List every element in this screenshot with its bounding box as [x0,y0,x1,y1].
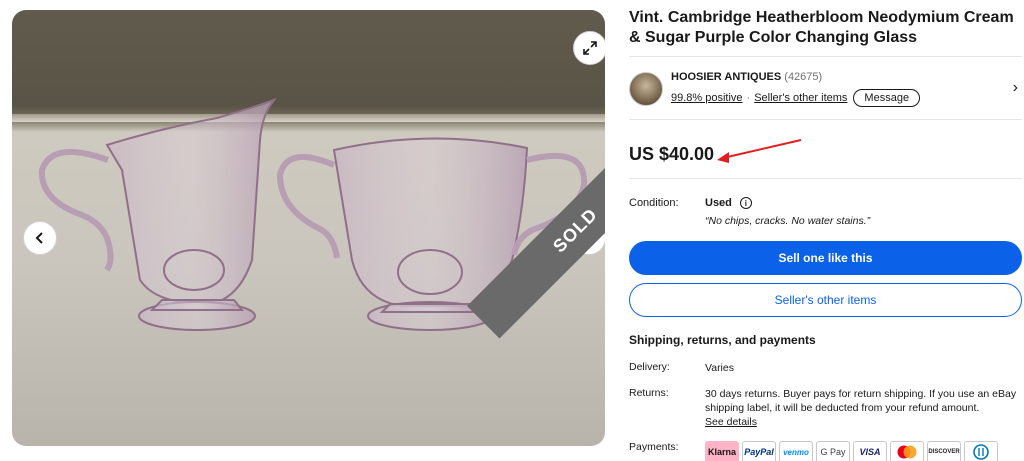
red-arrow-annotation-icon [717,139,802,163]
returns-text: 30 days returns. Buyer pays for return s… [705,388,1017,414]
seller-info: HOOSIER ANTIQUES (42675) 99.8% positive … [671,71,921,107]
google-pay-icon: G Pay [816,441,850,461]
shipping-heading: Shipping, returns, and payments [629,333,816,347]
seller-positive-link[interactable]: 99.8% positive [671,92,743,104]
delivery-value: Varies [705,362,734,374]
expand-icon [583,41,597,55]
expand-image-button[interactable] [573,31,605,65]
diners-club-icon [964,441,998,461]
returns-label: Returns: [629,387,669,399]
listing-details-panel: Vint. Cambridge Heatherbloom Neodymium C… [629,8,1022,461]
discover-icon: DISCOVER [927,441,961,461]
diners-club-circle-icon [973,444,989,460]
price-row: US $40.00 [629,134,1022,178]
message-button[interactable]: Message [853,89,921,107]
klarna-icon: Klarna [705,441,739,461]
seller-card[interactable]: HOOSIER ANTIQUES (42675) 99.8% positive … [629,71,1022,107]
divider [629,56,1022,57]
payment-methods: Klarna PayPal venmo G Pay VISA DISCOVER [705,441,998,461]
visa-label: VISA [859,447,881,457]
seller-feedback-count: (42675) [784,71,823,83]
delivery-label: Delivery: [629,361,670,373]
mastercard-circles-icon [897,445,917,459]
chevron-left-icon [35,232,43,244]
sell-one-like-this-button[interactable]: Sell one like this [629,241,1022,275]
see-details-link[interactable]: See details [705,416,757,428]
condition-value: Used i [705,197,752,209]
info-icon[interactable]: i [739,197,752,209]
sellers-other-items-button[interactable]: Seller's other items [629,283,1022,317]
product-image-gallery[interactable]: SOLD [12,10,605,446]
payments-label: Payments: [629,441,679,453]
payments-row: Payments: Klarna PayPal venmo G Pay VISA… [629,441,1022,461]
paypal-icon: PayPal [742,441,776,461]
seller-link-separator: · [746,92,751,104]
seller-avatar[interactable] [629,72,663,106]
condition-label: Condition: [629,197,679,209]
divider [629,119,1022,120]
seller-name[interactable]: HOOSIER ANTIQUES [671,71,781,83]
condition-value-text: Used [705,197,732,209]
returns-value: 30 days returns. Buyer pays for return s… [705,387,1022,429]
venmo-icon: venmo [779,441,813,461]
mastercard-icon [890,441,924,461]
returns-row: Returns: 30 days returns. Buyer pays for… [629,387,1022,429]
condition-row: Condition: Used i [629,197,1022,209]
seller-links: 99.8% positive · Seller's other items Me… [671,89,921,107]
divider [629,178,1022,179]
product-photo [38,97,588,331]
item-price: US $40.00 [629,144,715,164]
previous-image-button[interactable] [23,221,57,255]
listing-title: Vint. Cambridge Heatherbloom Neodymium C… [629,9,1014,46]
delivery-row: Delivery: Varies [629,361,1022,375]
visa-icon: VISA [853,441,887,461]
chevron-right-icon[interactable]: › [1013,79,1018,97]
creamer-glass [38,97,278,331]
seller-other-items-link[interactable]: Seller's other items [754,92,847,104]
condition-description: “No chips, cracks. No water stains.” [705,215,871,227]
